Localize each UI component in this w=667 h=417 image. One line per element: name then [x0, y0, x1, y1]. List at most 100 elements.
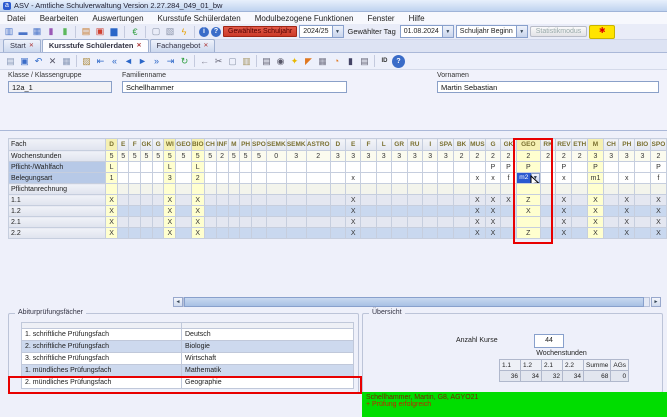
fachwahl-cell[interactable] [152, 206, 164, 217]
fachwahl-cell[interactable]: 3 [588, 151, 604, 162]
fachwahl-cell[interactable] [454, 173, 470, 184]
speichern-icon[interactable]: ▣ [18, 55, 31, 68]
fachwahl-cell[interactable] [330, 184, 345, 195]
menu-item-modulbezogene-funktionen[interactable]: Modulbezogene Funktionen [248, 14, 361, 23]
fachwahl-cell[interactable]: X [106, 228, 118, 239]
fachwahl-cell[interactable]: 5 [204, 151, 216, 162]
fachwahl-cell[interactable] [361, 206, 376, 217]
fachwahl-cell[interactable]: X [346, 206, 361, 217]
fachwahl-cell[interactable] [176, 184, 191, 195]
menu-item-datei[interactable]: Datei [0, 14, 33, 23]
fachwahl-cell[interactable]: P [556, 162, 572, 173]
fachwahl-cell[interactable]: 2 [191, 173, 204, 184]
fachwahl-cell[interactable] [603, 195, 619, 206]
fachwahl-cell[interactable] [240, 173, 252, 184]
fachwahl-cell[interactable]: 3 [361, 151, 376, 162]
fachwahl-cell[interactable] [117, 228, 129, 239]
fachwahl-cell[interactable] [376, 173, 391, 184]
fachwahl-cell[interactable]: 3 [376, 151, 391, 162]
fachwahl-cell[interactable] [423, 162, 438, 173]
fachwahl-cell[interactable] [635, 217, 651, 228]
menu-item-kursstufe-sch-lerdaten[interactable]: Kursstufe Schülerdaten [151, 14, 248, 23]
hilfe-icon[interactable]: ? [211, 27, 221, 37]
fachwahl-cell[interactable] [438, 162, 454, 173]
blitz-icon[interactable]: ϟ [178, 26, 190, 38]
fachwahl-cell[interactable]: 2 [216, 151, 228, 162]
fachwahl-cell[interactable] [438, 173, 454, 184]
fachwahl-cell[interactable] [330, 206, 345, 217]
vornamen-input[interactable]: Martin Sebastian [437, 81, 659, 93]
fachwahl-cell[interactable] [240, 217, 252, 228]
fachwahl-cell[interactable] [306, 184, 330, 195]
schueler-icon[interactable]: ▥ [3, 26, 15, 38]
gruppen-icon[interactable]: ▦ [31, 26, 43, 38]
fachwahl-cell[interactable] [635, 173, 651, 184]
fachwahl-cell[interactable] [129, 217, 141, 228]
neu-icon[interactable]: ▤ [4, 55, 17, 68]
fachwahl-cell[interactable]: L [191, 162, 204, 173]
fachwahl-cell[interactable] [117, 206, 129, 217]
fachwahl-cell[interactable] [216, 162, 228, 173]
fachwahl-cell[interactable] [252, 217, 267, 228]
fachwahl-cell[interactable]: X [164, 217, 176, 228]
fachwahl-cell[interactable] [454, 228, 470, 239]
fachwahl-cell[interactable]: 5 [191, 151, 204, 162]
fachwahl-cell[interactable]: X [485, 195, 500, 206]
fachwahl-cell[interactable] [619, 162, 635, 173]
fachwahl-cell[interactable]: 2 [454, 151, 470, 162]
fachwahl-cell[interactable]: X [164, 228, 176, 239]
fachwahl-cell[interactable] [286, 228, 306, 239]
raster-icon[interactable]: ▦ [316, 55, 329, 68]
fachwahl-cell[interactable] [252, 162, 267, 173]
alert-button[interactable]: ✱ [589, 25, 615, 39]
fachwahl-cell[interactable] [228, 195, 240, 206]
abitur-row-value[interactable]: Deutsch [182, 329, 354, 341]
fachwahl-cell[interactable]: X [191, 195, 204, 206]
fachwahl-cell[interactable] [140, 206, 152, 217]
buch-icon[interactable]: ▮ [344, 55, 357, 68]
fachwahl-cell[interactable]: X [469, 195, 485, 206]
pfeil-links-icon[interactable]: ← [198, 55, 211, 68]
fachwahl-cell[interactable] [204, 206, 216, 217]
fachwahl-cell[interactable]: X [346, 217, 361, 228]
abitur-row-value[interactable]: Biologie [182, 341, 354, 353]
fachwahl-cell[interactable] [176, 162, 191, 173]
schuljahr-select[interactable]: 2024/25 ▼ [299, 25, 343, 38]
fachwahl-cell[interactable] [423, 184, 438, 195]
fachwahl-cell[interactable] [603, 206, 619, 217]
fachwahl-cell[interactable]: X [164, 195, 176, 206]
klasse-input[interactable]: 12a_1 [8, 81, 112, 93]
fachwahl-cell[interactable] [391, 195, 407, 206]
fachwahl-cell[interactable] [140, 195, 152, 206]
fachwahl-cell[interactable] [306, 228, 330, 239]
fachwahl-cell[interactable]: 2 [556, 151, 572, 162]
kopieren-icon[interactable]: ▢ [150, 26, 162, 38]
fachwahl-cell[interactable] [346, 162, 361, 173]
fachwahl-cell[interactable] [266, 217, 286, 228]
fachwahl-cell[interactable] [330, 217, 345, 228]
fachwahl-cell[interactable] [572, 217, 588, 228]
fachwahl-cell[interactable] [376, 162, 391, 173]
fachwahl-cell[interactable] [361, 217, 376, 228]
fachwahl-cell[interactable] [129, 162, 141, 173]
fachwahl-cell[interactable] [572, 206, 588, 217]
fachwahl-cell[interactable]: 5 [176, 151, 191, 162]
fachwahl-cell[interactable] [216, 184, 228, 195]
fachwahl-cell[interactable] [635, 195, 651, 206]
vor-icon[interactable]: ► [136, 55, 149, 68]
fachwahl-cell[interactable]: X [619, 206, 635, 217]
fachwahl-cell[interactable] [330, 228, 345, 239]
fachwahl-cell[interactable] [140, 228, 152, 239]
fachwahl-cell[interactable] [286, 162, 306, 173]
ausschneiden-icon[interactable]: ✂ [212, 55, 225, 68]
abitur-row-label[interactable]: 1. schriftliche Prüfungsfach [22, 329, 182, 341]
fachwahl-cell[interactable] [407, 217, 423, 228]
fachwahl-cell[interactable] [117, 173, 129, 184]
fachwahl-cell[interactable]: x [469, 173, 485, 184]
fachwahl-cell[interactable] [454, 217, 470, 228]
fachwahl-cell[interactable] [240, 228, 252, 239]
fachwahl-cell[interactable] [152, 228, 164, 239]
fachwahl-cell[interactable] [140, 217, 152, 228]
fachwahl-cell[interactable] [454, 162, 470, 173]
fachwahl-cell[interactable] [266, 195, 286, 206]
